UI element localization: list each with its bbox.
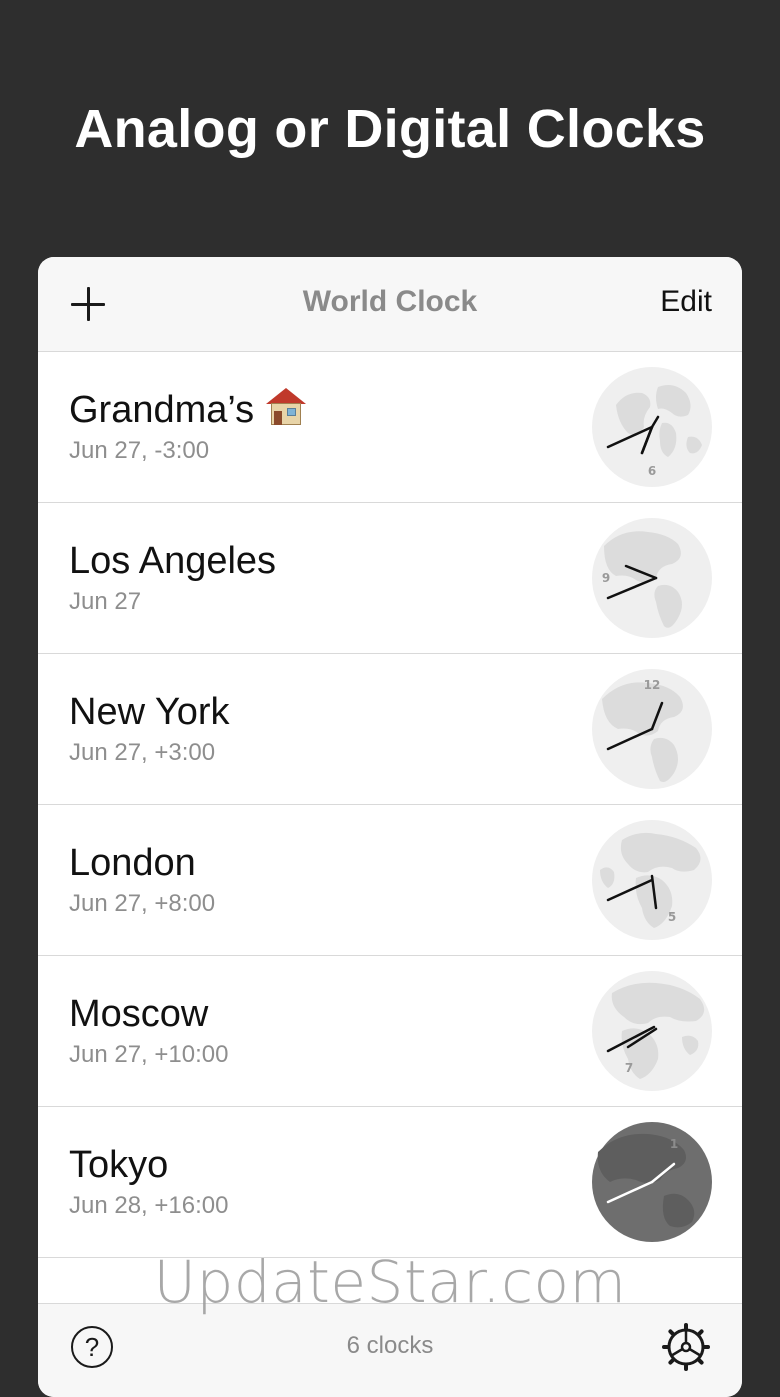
city-name: New York bbox=[69, 691, 230, 733]
world-clock-card: World Clock Edit Grandma’s Jun 27, -3:00… bbox=[38, 257, 742, 1397]
city-name: Los Angeles bbox=[69, 540, 277, 582]
clock-row-grandmas[interactable]: Grandma’s Jun 27, -3:00 6 bbox=[38, 352, 742, 503]
analog-clock: 9 bbox=[592, 518, 712, 638]
hero-title: Analog or Digital Clocks bbox=[74, 99, 706, 159]
time-offset: Jun 27, +8:00 bbox=[69, 890, 216, 917]
city-name: Moscow bbox=[69, 993, 209, 1035]
time-offset: Jun 28, +16:00 bbox=[69, 1192, 229, 1219]
time-offset: Jun 27 bbox=[69, 588, 142, 615]
page-title: World Clock bbox=[302, 285, 478, 318]
time-offset: Jun 27, -3:00 bbox=[69, 437, 210, 464]
city-name: Tokyo bbox=[69, 1144, 169, 1186]
clock-numeral: 7 bbox=[625, 1061, 633, 1075]
watermark: UpdateStar.com bbox=[153, 1248, 627, 1316]
navigation-bar: World Clock Edit bbox=[38, 257, 742, 352]
time-offset: Jun 27, +3:00 bbox=[69, 739, 216, 766]
clock-numeral: 12 bbox=[644, 678, 661, 692]
city-name: London bbox=[69, 842, 196, 884]
city-name: Grandma’s bbox=[69, 387, 307, 433]
clock-row-london[interactable]: London Jun 27, +8:00 5 bbox=[38, 805, 742, 956]
clock-count: 6 clocks bbox=[346, 1332, 434, 1359]
analog-clock: 7 bbox=[592, 971, 712, 1091]
house-icon bbox=[266, 388, 307, 426]
clock-numeral: 5 bbox=[668, 910, 676, 924]
analog-clock: 12 bbox=[592, 669, 712, 789]
clock-numeral: 9 bbox=[602, 571, 610, 585]
clock-row-moscow[interactable]: Moscow Jun 27, +10:00 7 bbox=[38, 956, 742, 1107]
time-offset: Jun 27, +10:00 bbox=[69, 1041, 229, 1068]
clock-numeral: 6 bbox=[648, 464, 656, 478]
clock-numeral: 1 bbox=[670, 1137, 678, 1151]
gear-icon[interactable] bbox=[662, 1323, 710, 1371]
clock-row-los-angeles[interactable]: Los Angeles Jun 27 9 bbox=[38, 503, 742, 654]
analog-clock: 1 bbox=[592, 1122, 712, 1242]
analog-clock: 6 bbox=[592, 367, 712, 487]
clock-row-tokyo[interactable]: Tokyo Jun 28, +16:00 1 bbox=[38, 1107, 742, 1258]
analog-clock: 5 bbox=[592, 820, 712, 940]
edit-button[interactable]: Edit bbox=[660, 285, 712, 319]
bottom-toolbar: ? 6 clocks bbox=[38, 1303, 742, 1397]
clock-row-new-york[interactable]: New York Jun 27, +3:00 12 bbox=[38, 654, 742, 805]
